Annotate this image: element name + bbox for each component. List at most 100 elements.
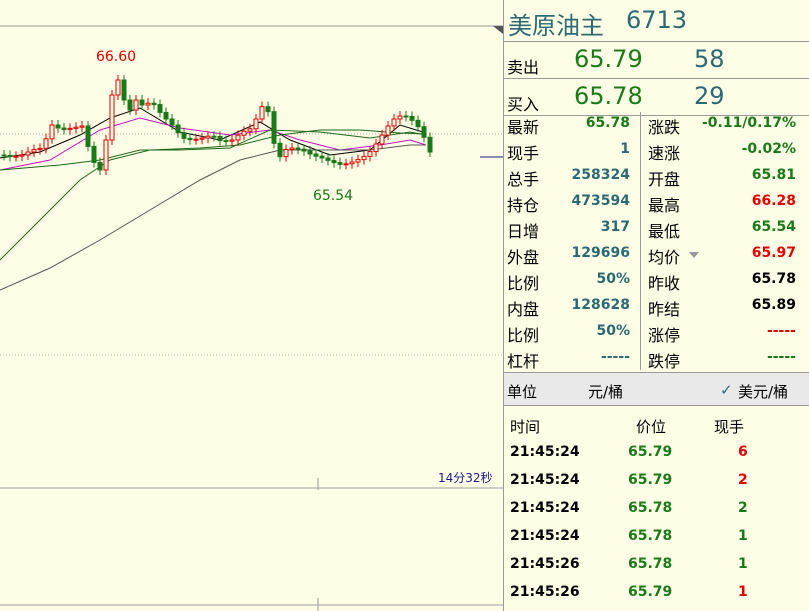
candle-body <box>133 99 139 111</box>
stats-row: 外盘 129696 均价 65.97 <box>504 240 809 267</box>
candle-body <box>271 111 277 144</box>
tick-price: 65.78 <box>628 528 673 544</box>
candle-body <box>355 159 361 163</box>
candle-body <box>187 137 193 141</box>
stats-row: 持仓 473594 最高 66.28 <box>504 188 809 215</box>
candle-body <box>427 136 433 153</box>
candle-body <box>73 126 79 129</box>
tick-time: 21:45:26 <box>510 584 580 600</box>
candle-body <box>307 150 313 155</box>
candle-body <box>349 161 355 165</box>
candlestick-chart[interactable]: 66.60 65.54 14分32秒 <box>0 0 504 611</box>
instrument-code: 6713 <box>626 6 688 34</box>
candle-body <box>337 162 343 165</box>
stat-label: 最新 <box>507 118 540 137</box>
buy-volume: 29 <box>694 82 725 110</box>
stat-label: 比例 <box>507 274 540 293</box>
tick-time: 21:45:24 <box>510 444 580 460</box>
stat-value: 65.81 <box>751 167 796 183</box>
candle-body <box>7 154 13 158</box>
dropdown-arrow-icon[interactable] <box>689 252 699 258</box>
stats-row: 比例 50% 昨收 65.78 <box>504 266 809 293</box>
stat-label: 涨停 <box>648 326 681 345</box>
candle-body <box>67 127 73 131</box>
candle-body <box>139 99 145 106</box>
candle-body <box>181 132 187 139</box>
candle-body <box>397 115 403 120</box>
col-time: 时间 <box>510 418 541 436</box>
bar-countdown: 14分32秒 <box>438 471 493 485</box>
stats-table: 最新 65.78 涨跌 -0.11/0.17% 现手 1 速涨 -0.02% 总手 258324 开… <box>504 110 809 371</box>
stat-label: 日增 <box>507 222 540 241</box>
stats-row: 现手 1 速涨 -0.02% <box>504 136 809 163</box>
moving-average-line <box>0 144 426 291</box>
col-qty: 现手 <box>714 418 745 436</box>
candle-body <box>313 153 319 157</box>
stats-row: 总手 258324 开盘 65.81 <box>504 162 809 189</box>
candle-body <box>421 126 427 138</box>
candle-body <box>331 159 337 164</box>
candle-body <box>295 147 301 150</box>
candle-body <box>373 143 379 153</box>
stat-label: 外盘 <box>507 248 540 267</box>
stat-value: 258324 <box>571 167 630 183</box>
tick-row: 21:45:26 65.78 1 <box>504 550 809 578</box>
check-icon[interactable]: ✓ <box>720 381 733 399</box>
candle-body <box>13 155 19 158</box>
col-price: 价位 <box>636 418 667 436</box>
stat-label: 速涨 <box>648 144 681 163</box>
candle-body <box>253 118 259 130</box>
stat-value: 65.89 <box>751 297 796 313</box>
quote-panel: 美原油主 6713 卖出 65.79 58 买入 65.78 29 最新 65.7… <box>503 0 809 611</box>
stat-value: 473594 <box>571 193 630 209</box>
stat-label: 最高 <box>648 196 681 215</box>
candle-body <box>79 125 85 128</box>
stat-value: 65.78 <box>585 115 630 131</box>
candle-body <box>151 102 157 106</box>
tick-price: 65.78 <box>628 556 673 572</box>
stat-value: 66.28 <box>751 193 796 209</box>
candle-body <box>43 138 49 149</box>
stat-value: 128628 <box>571 297 630 313</box>
candle-body <box>85 125 91 147</box>
tick-price: 65.79 <box>628 472 673 488</box>
candle-body <box>241 130 247 136</box>
stat-value: -0.11/0.17% <box>701 115 796 131</box>
candle-body <box>361 155 367 161</box>
candle-body <box>409 116 415 121</box>
candle-body <box>325 157 331 161</box>
candle-body <box>403 115 409 118</box>
candle-body <box>391 118 397 127</box>
candle-body <box>319 155 325 159</box>
chart-canvas[interactable]: 66.60 65.54 <box>0 0 504 611</box>
candle-body <box>193 138 199 141</box>
candle-body <box>37 147 43 151</box>
candle-body <box>283 149 289 158</box>
tick-row: 21:45:26 65.79 1 <box>504 578 809 606</box>
stats-row: 日增 317 最低 65.54 <box>504 214 809 241</box>
unit-option-usd[interactable]: 美元/桶 <box>738 381 788 402</box>
stat-value: ----- <box>600 349 630 365</box>
stat-label: 比例 <box>507 326 540 345</box>
candle-body <box>19 154 25 157</box>
sell-row: 卖出 65.79 58 <box>504 42 809 79</box>
tick-qty: 2 <box>738 472 748 488</box>
candle-body <box>55 124 61 129</box>
tick-time: 21:45:26 <box>510 556 580 572</box>
tick-price: 65.78 <box>628 500 673 516</box>
tick-price: 65.79 <box>628 444 673 460</box>
stat-label: 总手 <box>507 170 540 189</box>
candle-body <box>343 163 349 166</box>
unit-label: 单位 <box>507 383 538 401</box>
tick-price: 65.79 <box>628 584 673 600</box>
tick-list-header: 时间 价位 现手 <box>504 416 809 436</box>
stat-value: ----- <box>766 323 796 339</box>
unit-option-yuan[interactable]: 元/桶 <box>588 381 623 402</box>
instrument-header[interactable]: 美原油主 6713 <box>504 0 809 42</box>
candle-body <box>1 154 7 157</box>
sell-volume: 58 <box>694 45 725 73</box>
tick-row: 21:45:24 65.79 6 <box>504 438 809 466</box>
candle-body <box>49 124 55 140</box>
stat-label: 现手 <box>507 144 540 163</box>
tick-qty: 1 <box>738 556 748 572</box>
